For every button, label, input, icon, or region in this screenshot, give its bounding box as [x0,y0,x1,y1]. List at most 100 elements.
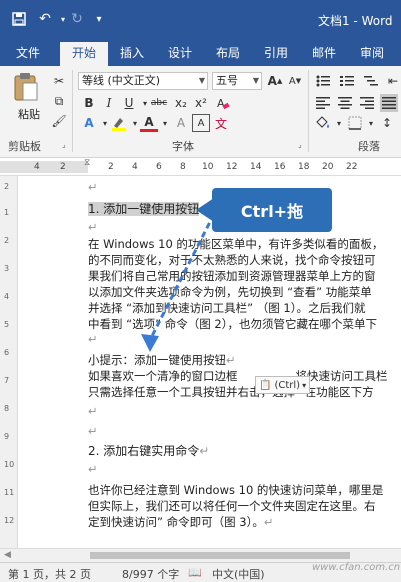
numbering-icon[interactable] [338,72,356,90]
italic-button[interactable]: I [100,94,118,112]
save-icon[interactable] [8,8,30,30]
paragraph-mark: ↵ [88,424,98,438]
tab-references[interactable]: 引用 [256,42,296,66]
char-border-icon[interactable]: A [192,114,210,132]
paragraph-mark: ↵ [263,515,274,529]
vertical-ruler[interactable]: 2 1 2 3 4 5 6 7 8 9 10 11 12 [0,176,18,548]
body-line[interactable]: 但实际上，我们还可以将任何一个文件夹固定在这里。右 [88,498,376,514]
multilevel-list-icon[interactable] [362,72,380,90]
body-line-text: 定到快速访问” 命令即可（图 3）。 [88,515,264,529]
body-line[interactable]: 只需选择任意一个工具按钮并右击，选择 “在功能区下方 [88,384,374,400]
justify-icon[interactable] [380,94,398,112]
ruler-tick: 6 [156,162,162,172]
word-count[interactable]: 8/997 个字 [122,566,179,582]
ruler-tick: 22 [346,162,358,172]
proofing-icon[interactable]: 📖 [188,566,202,579]
clipboard-launcher-icon[interactable]: ⌟ [62,140,66,149]
scroll-left-icon[interactable]: ◀ [4,550,11,560]
clear-formatting-icon[interactable]: A [214,94,232,112]
ruler-tick: 4 [132,162,138,172]
ruler-tick: 8 [4,404,10,413]
ruler-tick: 11 [4,488,15,497]
bullets-icon[interactable] [314,72,332,90]
tab-home[interactable]: 开始 [60,42,108,66]
cut-icon[interactable]: ✂ [50,72,68,90]
phonetic-guide-icon[interactable]: 文 [212,114,230,132]
font-size-combo[interactable]: 五号 ▼ [212,72,262,90]
subscript-button[interactable]: x₂ [172,94,190,112]
horizontal-scrollbar[interactable]: ◀ [0,548,401,562]
body-line[interactable]: 也许你已经注意到 Windows 10 的快速访问菜单，哪里是 [88,482,383,498]
heading-1[interactable]: 1. 添加一键使用按钮↵ [88,200,209,217]
font-launcher-icon[interactable]: ⌟ [298,140,302,149]
font-name-combo[interactable]: 等线 (中文正文) ▼ [78,72,208,90]
ctrl-drag-callout: Ctrl+拖 [212,188,332,232]
bold-button[interactable]: B [80,94,98,112]
tab-layout[interactable]: 布局 [208,42,248,66]
tip-line-1[interactable]: 如果喜欢一个清净的窗口边框 将快速访问工具栏 [88,368,388,384]
tab-file[interactable]: 文件 [8,42,48,66]
document-page[interactable]: ↵ 1. 添加一键使用按钮↵ ↵ 在 Windows 10 的功能区菜单中，有许… [19,176,401,548]
ruler-tick: 3 [4,264,10,273]
tab-review[interactable]: 审阅 [352,42,392,66]
char-shading-icon[interactable]: A [172,114,190,132]
paragraph-mark: ↵ [199,444,210,458]
ruler-tick: 5 [4,320,10,329]
paragraph-mark: ↵ [88,332,98,346]
tab-insert[interactable]: 插入 [112,42,152,66]
customize-qa-icon[interactable]: ▾ [88,8,110,30]
body-line[interactable]: 定到快速访问” 命令即可（图 3）。↵ [88,514,273,530]
body-line[interactable]: 并选择 “添加到快速访问工具栏” （图 1）。之后我们就 [88,300,365,316]
body-line[interactable]: 以添加文件夹选项命令为例，先切换到 “查看” 功能菜单 [88,284,372,300]
ruler-tick: 9 [4,432,10,441]
font-group-label: 字体 [172,140,194,153]
selected-heading-text[interactable]: 1. 添加一键使用按钮 [88,202,200,216]
paste-button[interactable]: 粘贴 [12,72,46,124]
body-line[interactable]: 的不同而变化，对于不太熟悉的人来说，找个命令按钮可 [88,252,376,268]
superscript-button[interactable]: x² [192,94,210,112]
ruler-tick: 6 [4,348,10,357]
strikethrough-button[interactable]: abc [150,94,168,112]
body-line[interactable]: 果我们将自己常用的按钮添加到资源管理器菜单上方的窗 [88,268,376,284]
tip-line-1-text: 如果喜欢一个清净的窗口边框 [88,369,238,383]
paste-options-label: (Ctrl) [274,379,301,391]
ruler-tick: 18 [298,162,310,172]
ruler-tick: 2 [4,236,10,245]
ruler-tick: 2 [60,162,66,172]
redo-icon[interactable]: ↻ [66,8,88,30]
tip-title[interactable]: 小提示：添加一键使用按钮↵ [88,352,236,368]
align-right-icon[interactable] [358,94,376,112]
language[interactable]: 中文(中国) [212,566,265,582]
paragraph-mark: ↵ [88,404,98,418]
horizontal-ruler[interactable]: 4 2 ⧖ 2 4 6 8 10 12 14 16 18 20 22 [0,158,401,176]
group-divider [308,70,309,152]
ruler-tick: 10 [202,162,214,172]
paste-options-button[interactable]: 📋 (Ctrl) ▾ [255,376,311,394]
align-center-icon[interactable] [336,94,354,112]
ruler-tick: 1 [4,208,10,217]
page-count[interactable]: 第 1 页，共 2 页 [8,566,91,582]
ruler-tick: 14 [250,162,262,172]
tab-mailings[interactable]: 邮件 [304,42,344,66]
align-left-icon[interactable] [314,94,332,112]
chevron-down-icon: ▼ [252,76,259,85]
copy-icon[interactable]: ⧉ [50,92,68,110]
ribbon: 粘贴 ✂ ⧉ 🖌 剪贴板 ⌟ 等线 (中文正文) ▼ 五号 ▼ A ▲ A ▼ B … [0,66,401,158]
scrollbar-thumb[interactable] [90,552,350,559]
heading-2[interactable]: 2. 添加右键实用命令↵ [88,442,209,459]
indent-marker-icon[interactable]: ⧖ [84,158,90,168]
tab-design[interactable]: 设计 [160,42,200,66]
title-bar: ↶ ▾ ↻ ▾ 文档1 - Word [0,0,401,42]
grow-font-icon[interactable]: A ▲ [266,72,284,90]
decrease-indent-icon[interactable]: ⇤ [384,72,401,90]
shrink-font-icon[interactable]: A ▼ [286,72,304,90]
ruler-tick: 12 [226,162,238,172]
sort-icon[interactable]: ↕ [378,114,396,132]
ruler-tick: 7 [4,376,10,385]
body-line[interactable]: 中看到 “选项” 命令（图 2），也勿须管它藏在哪个菜单下 [88,316,377,332]
body-line[interactable]: 在 Windows 10 的功能区菜单中，有许多类似看的面板， [88,236,383,252]
ruler-tick: 12 [4,516,15,525]
ruler-margin [0,161,88,173]
paragraph-mark: ↵ [88,462,98,476]
format-painter-icon[interactable]: 🖌 [50,112,68,130]
